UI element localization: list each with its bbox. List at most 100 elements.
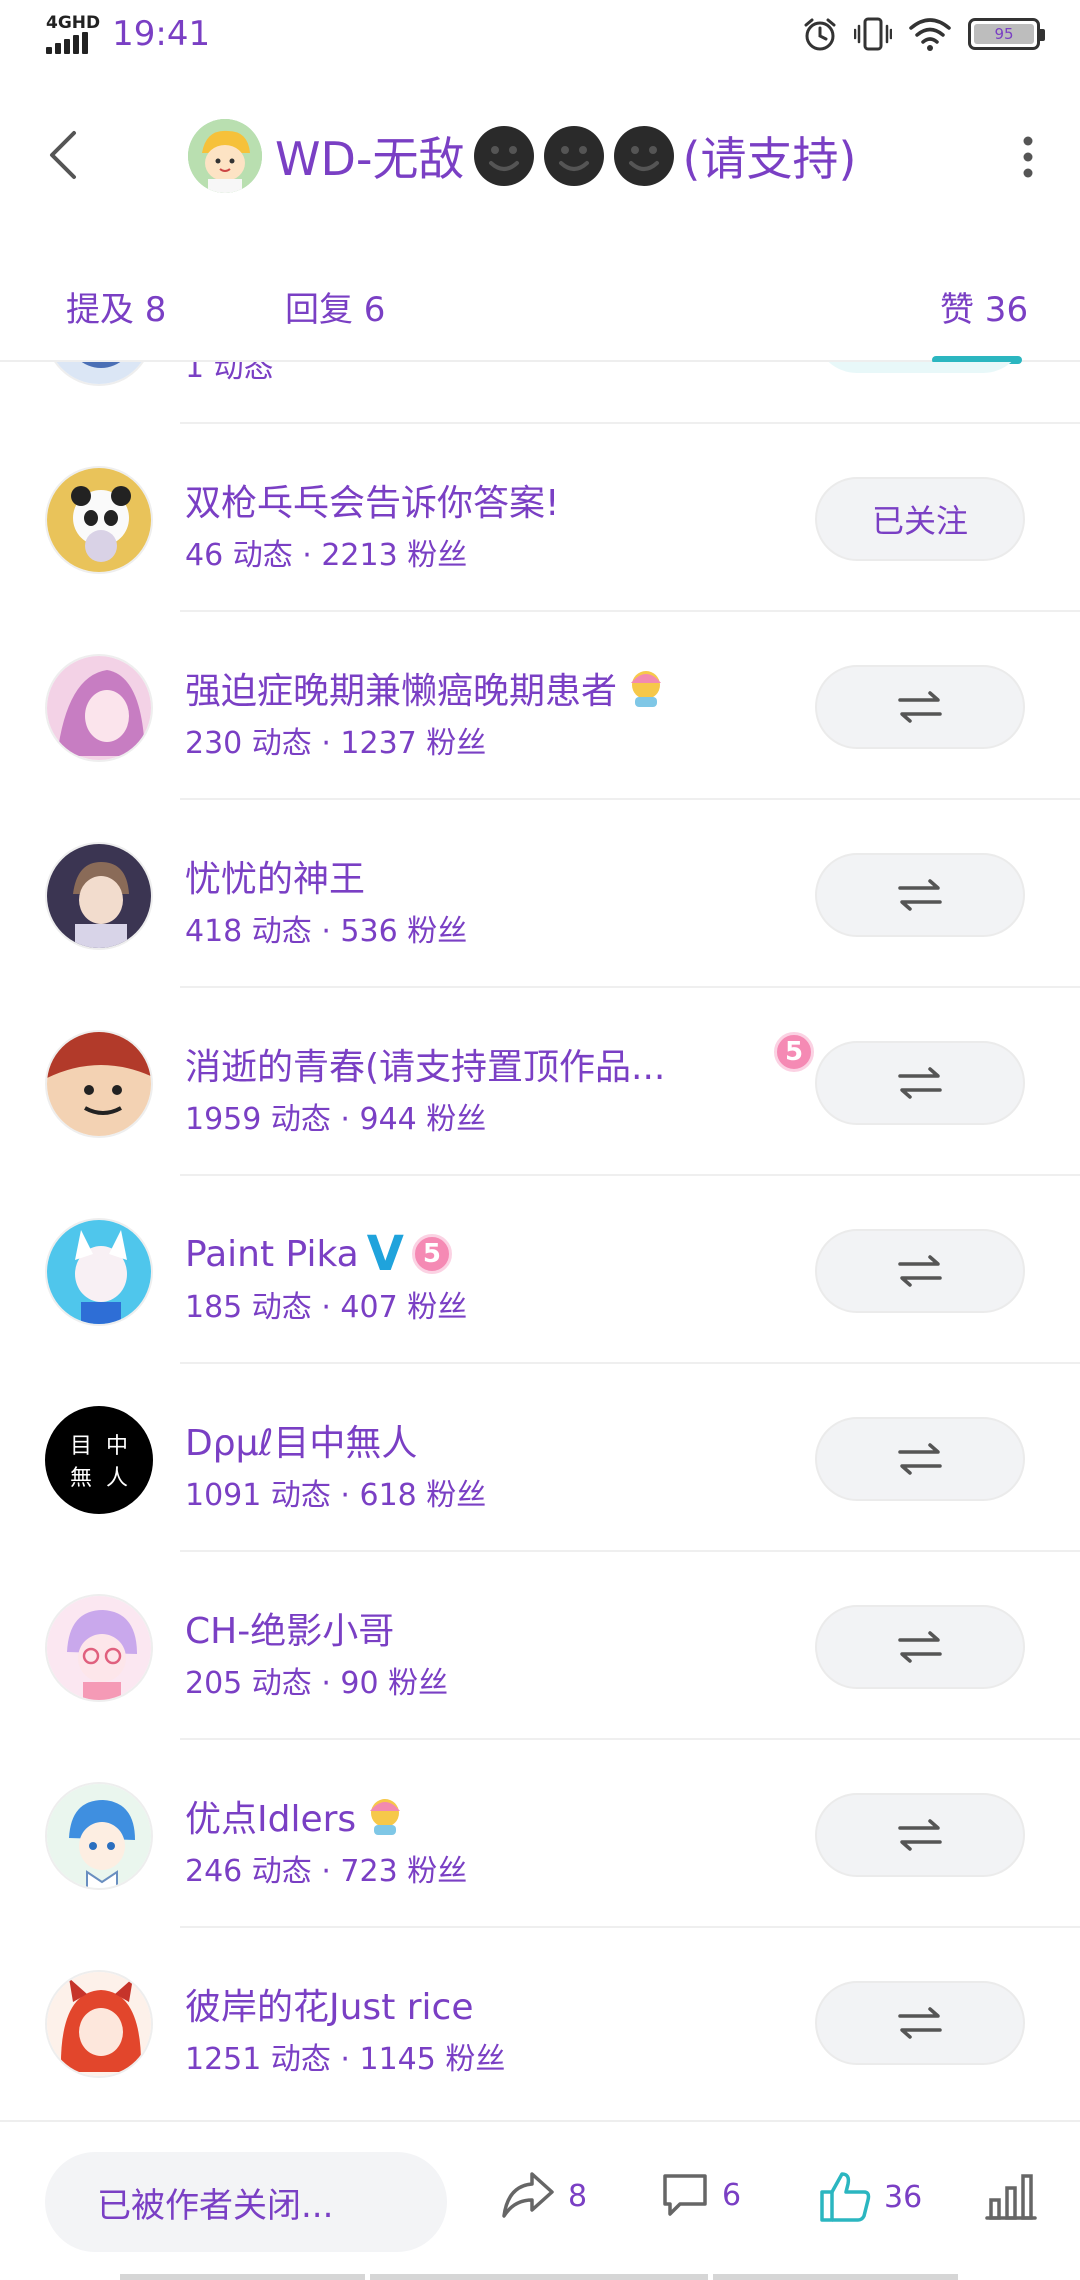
battery-level: 95 [974,24,1034,44]
header: WD-无敌 (请支持) [0,75,1080,235]
author-avatar[interactable] [188,119,262,193]
user-name[interactable]: Paint Pika V 5 [185,1226,452,1282]
comment-count: 6 [722,2177,742,2213]
mutual-follow-icon [898,1067,942,1099]
follow-back-button[interactable] [815,853,1025,937]
avatar-text: 人 [105,1466,128,1491]
list-item[interactable]: 目 中 無 人 Dρμℓ目中無人 1091 动态 · 618 粉丝 [0,1364,1080,1552]
user-name[interactable]: 强迫症晚期兼懒癌晚期患者 [185,662,667,714]
list-item[interactable]: 1 动态 [0,362,1080,424]
follow-back-button[interactable] [815,1041,1025,1125]
sticker-emoji-icon [370,1799,401,1835]
page-title: WD-无敌 (请支持) [275,119,856,193]
avatar-text: 目 [69,1434,92,1459]
user-avatar[interactable] [45,1782,153,1890]
list-item[interactable]: 忧忧的神王 418 动态 · 536 粉丝 [0,800,1080,988]
tab-mentions[interactable]: 提及 8 [66,282,166,331]
mutual-follow-icon [898,691,942,723]
comment-input[interactable]: 已被作者关闭... [45,2152,447,2252]
follow-back-button[interactable] [815,1605,1025,1689]
smiley-emoji-icon [613,126,674,186]
user-avatar[interactable] [45,466,153,574]
level-badge: 5 [411,1234,452,1274]
tab-replies[interactable]: 回复 6 [285,282,385,331]
mutual-follow-icon [898,1819,942,1851]
tab-likes[interactable]: 赞 36 [940,282,1028,331]
vibrate-icon [854,17,892,51]
verified-icon: V [366,1226,404,1282]
user-avatar[interactable] [45,362,153,386]
avatar-text: 中 [105,1434,128,1459]
status-bar: 4GHD 19:41 95 [0,0,1080,75]
bottom-action-bar: 已被作者关闭... 8 6 36 [0,2120,1080,2280]
nav-gesture-bar [120,2274,365,2280]
like-count: 36 [884,2179,923,2215]
clock: 19:41 [112,14,211,54]
stats-chart-icon[interactable] [985,2172,1037,2222]
comment-icon [663,2174,707,2216]
user-name[interactable]: 消逝的青春(请支持置顶作品... [185,1038,665,1090]
list-item[interactable]: 优点Idlers 246 动态 · 723 粉丝 [0,1740,1080,1928]
user-stats: 1 动态 [185,362,274,385]
follow-back-button[interactable] [815,1417,1025,1501]
likes-list: 1 动态 双枪乓乓会告诉你答案! 46 动态 · 2213 粉丝 已关注 强迫症… [0,362,1080,2120]
follow-back-button[interactable] [815,1793,1025,1877]
user-stats: 46 动态 · 2213 粉丝 [185,538,468,573]
nav-gesture-bar [713,2274,958,2280]
user-avatar[interactable]: 目 中 無 人 [45,1406,153,1514]
author-name: WD-无敌 [275,132,465,186]
signal-icon [46,32,88,54]
sticker-emoji-icon [631,671,662,707]
more-options-icon[interactable] [1018,135,1038,179]
user-name[interactable]: CH-绝影小哥 [185,1602,394,1654]
follow-back-button[interactable] [815,1981,1025,2065]
list-item[interactable]: Paint Pika V 5 185 动态 · 407 粉丝 [0,1176,1080,1364]
user-stats: 1251 动态 · 1145 粉丝 [185,2042,506,2077]
following-button[interactable]: 已关注 [815,477,1025,561]
user-name[interactable]: Dρμℓ目中無人 [185,1414,417,1466]
level-badge: 5 [774,1032,814,1072]
alarm-icon [804,18,836,51]
user-stats: 246 动态 · 723 粉丝 [185,1854,468,1889]
user-stats: 1959 动态 · 944 粉丝 [185,1102,487,1137]
tab-bar: 提及 8 回复 6 赞 36 [0,270,1080,364]
mutual-follow-icon [898,1255,942,1287]
user-avatar[interactable] [45,1594,153,1702]
list-item[interactable]: 消逝的青春(请支持置顶作品... 5 1959 动态 · 944 粉丝 [0,988,1080,1176]
list-item[interactable]: CH-绝影小哥 205 动态 · 90 粉丝 [0,1552,1080,1740]
nav-gesture-bar [370,2274,708,2280]
network-type: 4GHD [46,13,101,33]
follow-button[interactable] [815,362,1025,373]
share-count: 8 [568,2178,588,2214]
user-stats: 205 动态 · 90 粉丝 [185,1666,449,1701]
like-button[interactable]: 36 [818,2170,922,2224]
comment-button[interactable]: 6 [660,2170,741,2220]
back-arrow-icon[interactable] [40,127,90,183]
user-name[interactable]: 忧忧的神王 [185,850,365,902]
user-stats: 1091 动态 · 618 粉丝 [185,1478,487,1513]
share-button[interactable]: 8 [500,2170,587,2222]
comment-placeholder: 已被作者关闭... [97,2185,334,2226]
list-item[interactable]: 双枪乓乓会告诉你答案! 46 动态 · 2213 粉丝 已关注 [0,424,1080,612]
signal-indicator: 4GHD [46,14,100,54]
user-avatar[interactable] [45,1970,153,2078]
user-stats: 418 动态 · 536 粉丝 [185,914,468,949]
user-avatar[interactable] [45,654,153,762]
follow-back-button[interactable] [815,665,1025,749]
user-avatar[interactable] [45,1030,153,1138]
list-item[interactable]: 强迫症晚期兼懒癌晚期患者 230 动态 · 1237 粉丝 [0,612,1080,800]
user-name[interactable]: 彼岸的花Just rice [185,1978,474,2030]
mutual-follow-icon [898,879,942,911]
user-avatar[interactable] [45,1218,153,1326]
smiley-emoji-icon [543,126,604,186]
user-name[interactable]: 双枪乓乓会告诉你答案! [185,474,559,526]
user-name-text: Paint Pika [185,1233,359,1275]
user-stats: 230 动态 · 1237 粉丝 [185,726,487,761]
thumbs-up-icon [820,2172,871,2222]
user-name[interactable]: 优点Idlers [185,1790,406,1842]
smiley-emoji-icon [473,126,534,186]
user-avatar[interactable] [45,842,153,950]
follow-back-button[interactable] [815,1229,1025,1313]
list-item[interactable]: 彼岸的花Just rice 1251 动态 · 1145 粉丝 [0,1928,1080,2116]
user-name-text: 优点Idlers [185,1799,357,1840]
